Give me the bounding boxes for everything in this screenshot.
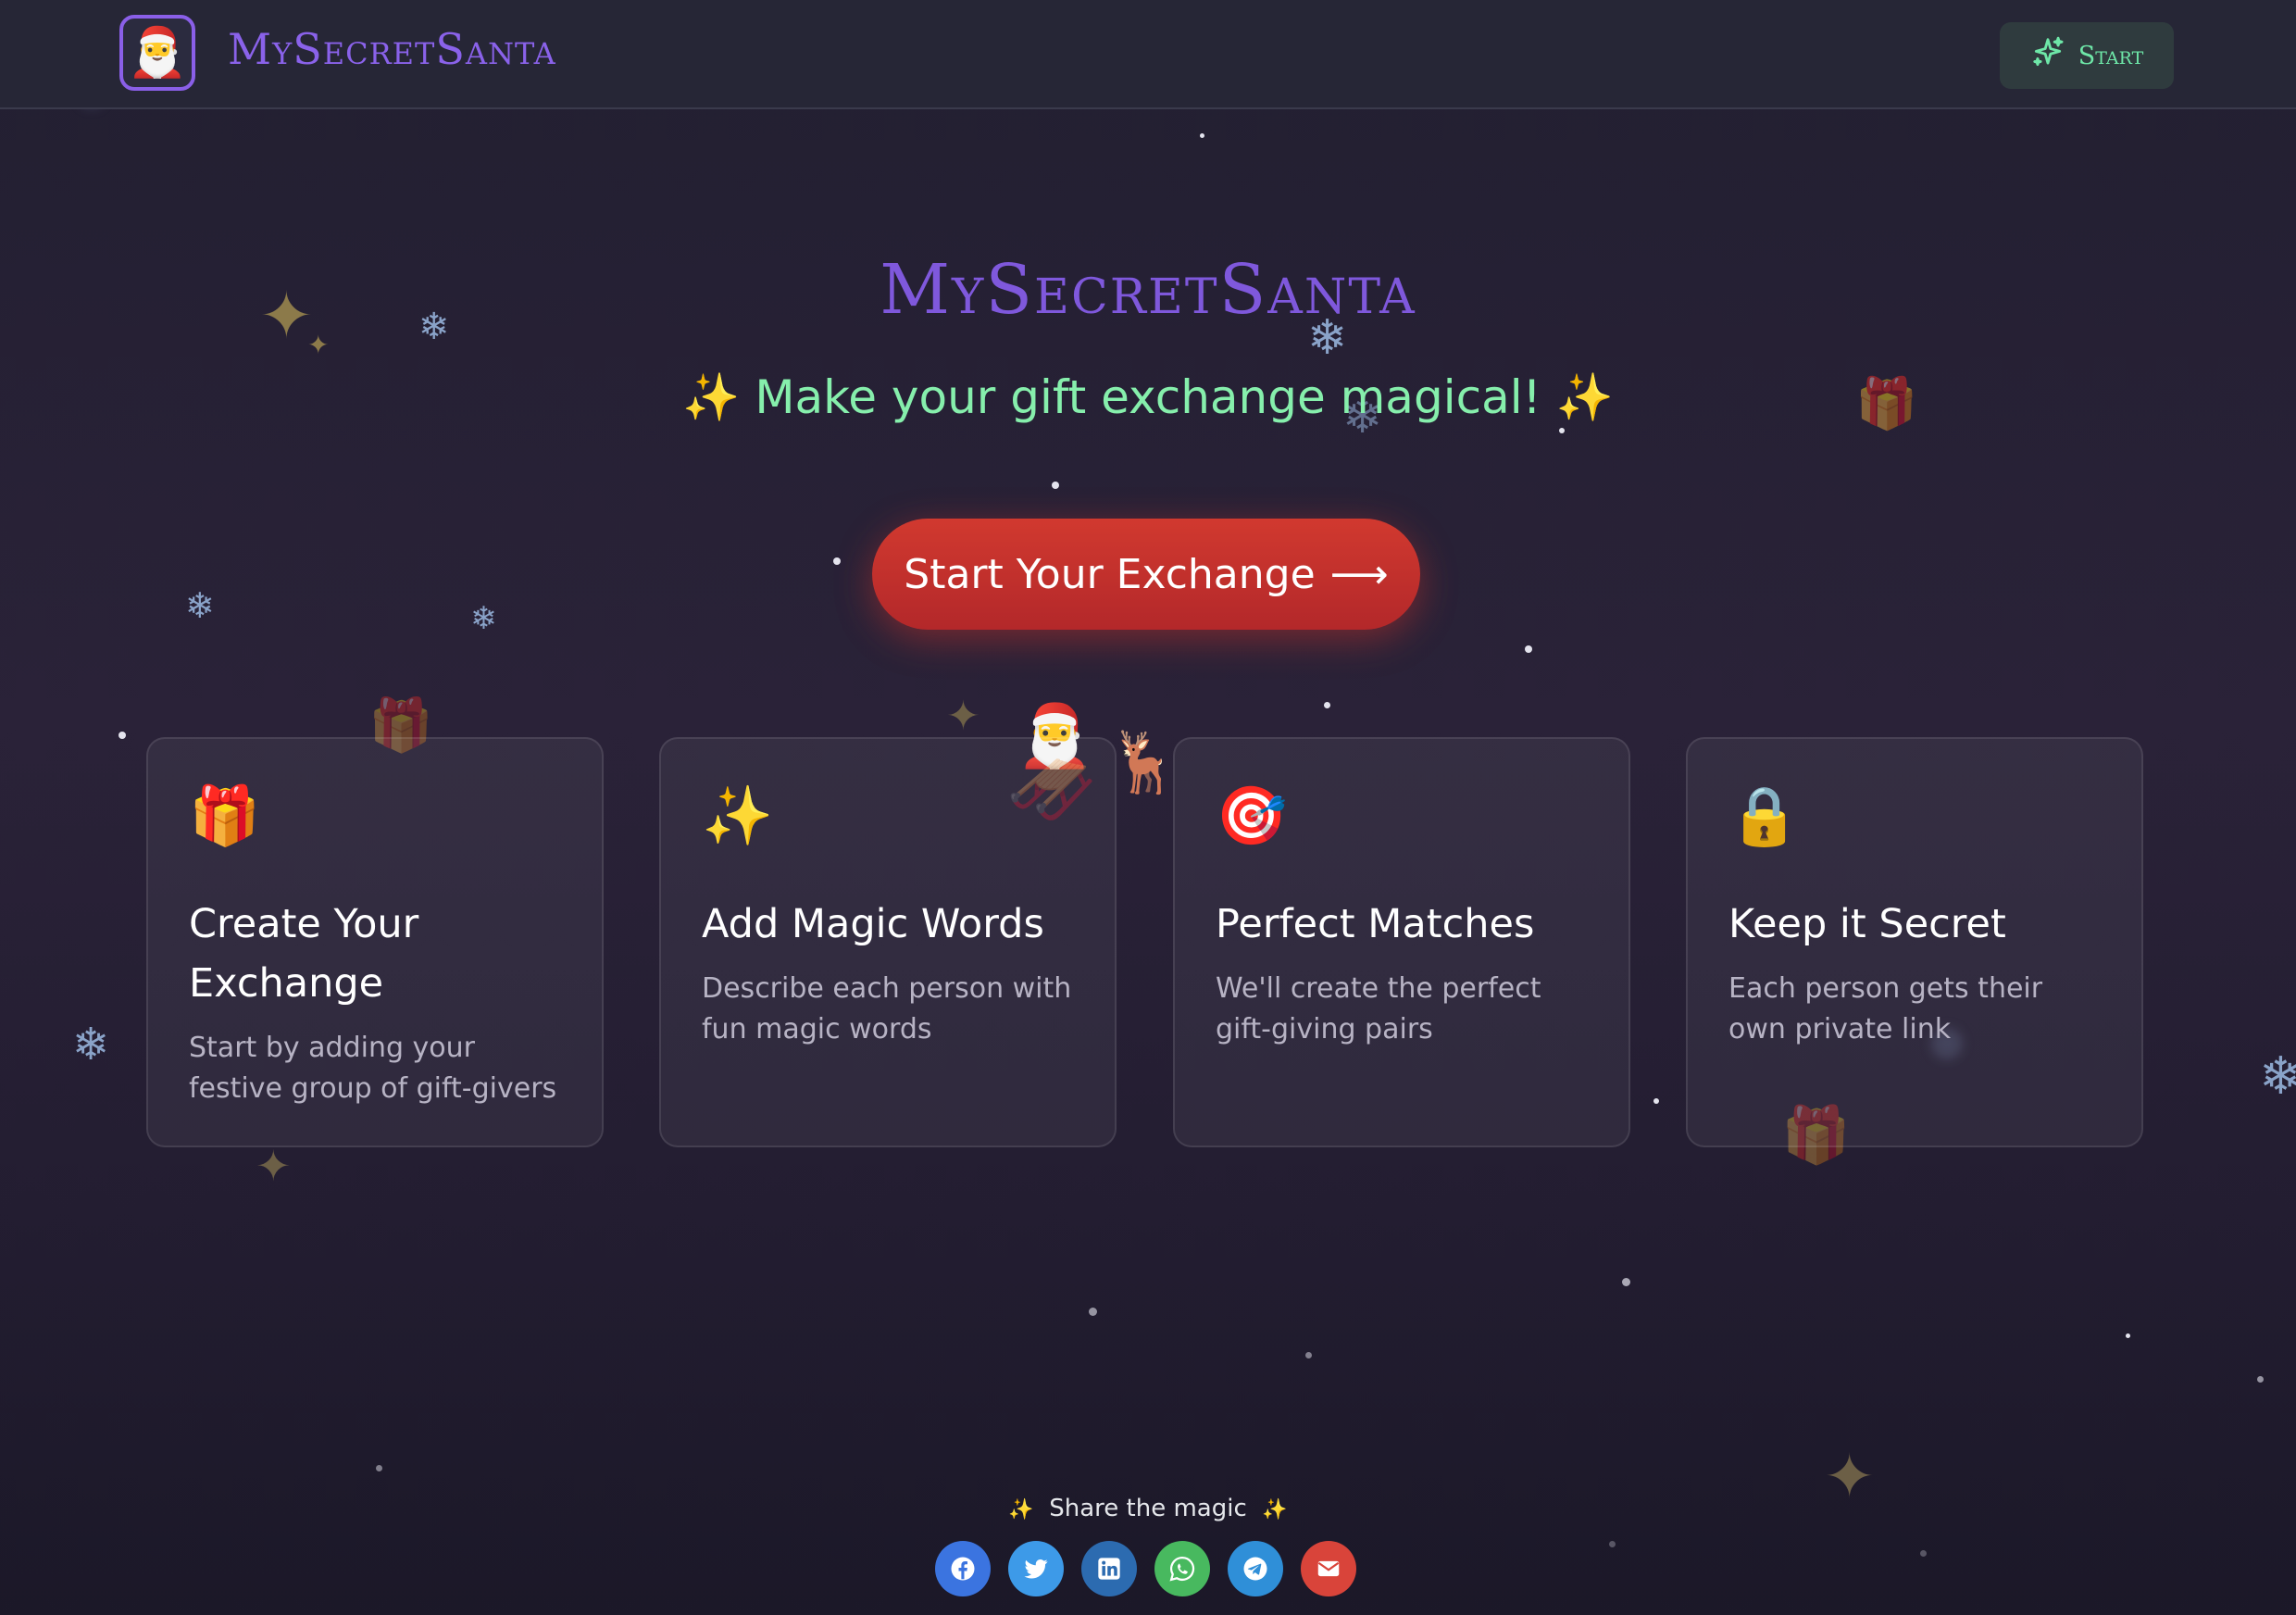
app-logo[interactable]: 🎅 xyxy=(119,15,195,91)
gift-icon: 🎁 xyxy=(189,782,261,849)
twitter-icon xyxy=(1024,1559,1048,1579)
cta-label: Start Your Exchange xyxy=(904,550,1316,598)
share-whatsapp-button[interactable] xyxy=(1154,1541,1210,1596)
start-button-label: Start xyxy=(2078,41,2144,70)
hero-tagline: ✨ Make your gift exchange magical! ✨ xyxy=(0,370,2296,425)
whatsapp-icon xyxy=(1169,1556,1195,1582)
sparkle-icon: ✦ xyxy=(256,1141,292,1191)
tagline-text: Make your gift exchange magical! xyxy=(755,370,1541,424)
sparkle-icon: ✦ xyxy=(946,693,980,740)
facebook-icon xyxy=(951,1557,975,1581)
share-email-button[interactable] xyxy=(1301,1541,1356,1596)
sparkles-icon: ✨ xyxy=(682,370,741,424)
feature-description: Each person gets their own private link xyxy=(1728,972,2043,1045)
feature-description: Start by adding your festive group of gi… xyxy=(189,1032,557,1105)
feature-description: We'll create the perfect gift-giving pai… xyxy=(1216,972,1541,1045)
sparkles-icon: ✨ xyxy=(1262,1498,1288,1521)
start-exchange-button[interactable]: Start Your Exchange ⟶ xyxy=(872,519,1420,630)
feature-title: Add Magic Words xyxy=(702,901,1044,947)
snowflake-icon: ❄ xyxy=(72,1019,110,1070)
share-linkedin-button[interactable] xyxy=(1081,1541,1137,1596)
feature-title: Perfect Matches xyxy=(1216,901,1535,947)
sparkle-icon xyxy=(2030,35,2065,77)
linkedin-icon xyxy=(1098,1558,1120,1580)
sparkles-icon: ✨ xyxy=(1008,1498,1034,1521)
share-twitter-button[interactable] xyxy=(1008,1541,1064,1596)
sparkles-icon: ✨ xyxy=(1555,370,1614,424)
snowflake-icon: ❄ xyxy=(2259,1046,2296,1107)
email-icon xyxy=(1317,1560,1340,1577)
feature-description: Describe each person with fun magic word… xyxy=(702,972,1072,1045)
lock-icon: 🔒 xyxy=(1728,782,1801,849)
share-buttons xyxy=(935,1541,1356,1596)
feature-card-magic-words: ✨ Add Magic Words Describe each person w… xyxy=(659,737,1117,1147)
share-heading: ✨ Share the magic ✨ xyxy=(0,1495,2296,1522)
feature-title: Create Your Exchange xyxy=(189,901,419,1007)
snowflake-icon: ❄ xyxy=(185,585,215,626)
share-label: Share the magic xyxy=(1049,1495,1247,1522)
reindeer-icon: 🦌 xyxy=(1107,729,1181,797)
arrow-right-icon: ⟶ xyxy=(1329,550,1389,598)
feature-card-matches: 🎯 Perfect Matches We'll create the perfe… xyxy=(1173,737,1630,1147)
share-telegram-button[interactable] xyxy=(1228,1541,1283,1596)
feature-title: Keep it Secret xyxy=(1728,901,2006,947)
sparkle-icon: ✦ xyxy=(307,330,330,360)
share-facebook-button[interactable] xyxy=(935,1541,991,1596)
target-icon: 🎯 xyxy=(1216,782,1288,849)
hero-title: MySecretSanta xyxy=(880,250,1416,330)
feature-card-secret: 🔒 Keep it Secret Each person gets their … xyxy=(1686,737,2143,1147)
telegram-icon xyxy=(1243,1557,1267,1581)
feature-card-create: 🎁 Create Your Exchange Start by adding y… xyxy=(146,737,604,1147)
santa-logo-icon: 🎅 xyxy=(127,25,188,81)
snowflake-icon: ❄ xyxy=(470,600,497,637)
sparkles-icon: ✨ xyxy=(702,782,774,849)
brand-name[interactable]: MySecretSanta xyxy=(228,24,556,74)
start-button[interactable]: Start xyxy=(2000,22,2174,89)
top-navbar: 🎅 MySecretSanta Start xyxy=(0,0,2296,109)
